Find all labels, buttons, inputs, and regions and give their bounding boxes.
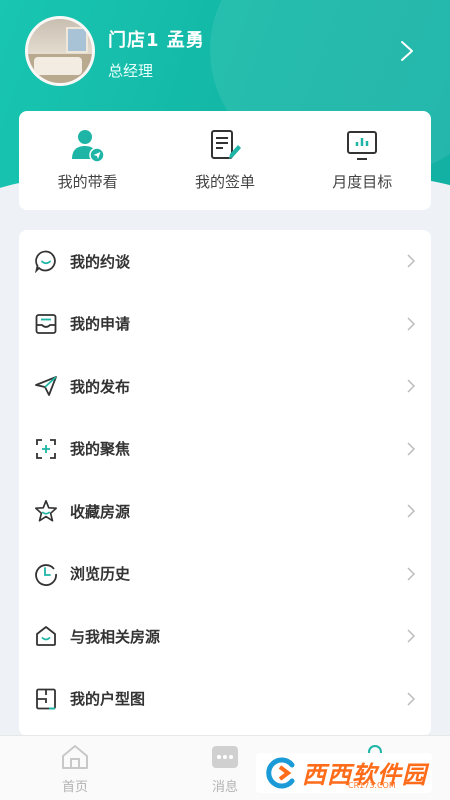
menu-item-publications[interactable]: 我的发布 bbox=[19, 355, 431, 418]
watermark-subtext: CR173.COM bbox=[348, 781, 396, 790]
message-icon bbox=[212, 746, 238, 768]
menu-list: 我的约谈 我的申请 我的发布 我的聚焦 收藏房源 浏览历史 与我相关房源 我的户… bbox=[19, 230, 431, 736]
home-icon bbox=[62, 745, 88, 769]
chevron-right-icon[interactable] bbox=[400, 40, 414, 62]
user-send-icon bbox=[71, 130, 105, 163]
tab-home[interactable]: 首页 bbox=[45, 744, 105, 795]
document-edit-icon bbox=[210, 130, 241, 159]
chevron-right-icon bbox=[407, 254, 415, 268]
menu-item-label: 收藏房源 bbox=[70, 502, 131, 521]
quick-action-contracts[interactable]: 我的签单 bbox=[165, 129, 285, 192]
menu-item-label: 我的申请 bbox=[70, 315, 131, 334]
tab-messages[interactable]: 消息 bbox=[195, 744, 255, 795]
menu-item-label: 浏览历史 bbox=[70, 565, 131, 584]
chevron-right-icon bbox=[407, 692, 415, 706]
menu-item-label: 我的约谈 bbox=[70, 252, 131, 271]
menu-item-focus[interactable]: 我的聚焦 bbox=[19, 418, 431, 481]
avatar[interactable] bbox=[25, 16, 95, 86]
quick-action-showings[interactable]: 我的带看 bbox=[28, 129, 148, 192]
quick-action-monthly-goal[interactable]: 月度目标 bbox=[302, 129, 422, 192]
tab-label: 首页 bbox=[61, 780, 88, 795]
menu-item-interviews[interactable]: 我的约谈 bbox=[19, 230, 431, 293]
quick-action-label: 月度目标 bbox=[332, 173, 393, 191]
house-icon bbox=[36, 626, 56, 647]
chevron-right-icon bbox=[407, 317, 415, 331]
watermark-logo bbox=[266, 757, 295, 789]
menu-item-applications[interactable]: 我的申请 bbox=[19, 293, 431, 356]
star-icon bbox=[35, 500, 57, 522]
chevron-right-icon bbox=[407, 379, 415, 393]
chevron-right-icon bbox=[407, 567, 415, 581]
inbox-icon bbox=[35, 313, 57, 334]
monitor-chart-icon bbox=[347, 131, 378, 160]
menu-item-label: 我的户型图 bbox=[70, 690, 146, 709]
chat-bubble-icon bbox=[35, 250, 56, 274]
user-name: 门店1 孟勇 bbox=[108, 30, 205, 51]
paper-plane-icon bbox=[35, 376, 57, 397]
menu-item-related-listings[interactable]: 与我相关房源 bbox=[19, 605, 431, 668]
floorplan-icon bbox=[36, 688, 56, 710]
site-watermark: 西西软件园 CR173.COM bbox=[256, 753, 432, 793]
menu-item-floorplans[interactable]: 我的户型图 bbox=[19, 668, 431, 731]
quick-action-label: 我的带看 bbox=[57, 173, 118, 191]
quick-actions-card: 我的带看 我的签单 月度目标 bbox=[19, 111, 431, 210]
menu-item-history[interactable]: 浏览历史 bbox=[19, 543, 431, 606]
menu-item-label: 我的聚焦 bbox=[70, 440, 131, 459]
menu-item-label: 与我相关房源 bbox=[70, 627, 161, 646]
quick-action-label: 我的签单 bbox=[194, 173, 255, 191]
chevron-right-icon bbox=[407, 442, 415, 456]
menu-item-favorites[interactable]: 收藏房源 bbox=[19, 480, 431, 543]
chevron-right-icon bbox=[407, 629, 415, 643]
chevron-right-icon bbox=[407, 504, 415, 518]
tab-label: 消息 bbox=[211, 780, 238, 795]
user-role: 总经理 bbox=[108, 62, 154, 80]
clock-icon bbox=[35, 564, 57, 586]
menu-item-label: 我的发布 bbox=[70, 377, 131, 396]
focus-frame-icon bbox=[36, 438, 56, 459]
